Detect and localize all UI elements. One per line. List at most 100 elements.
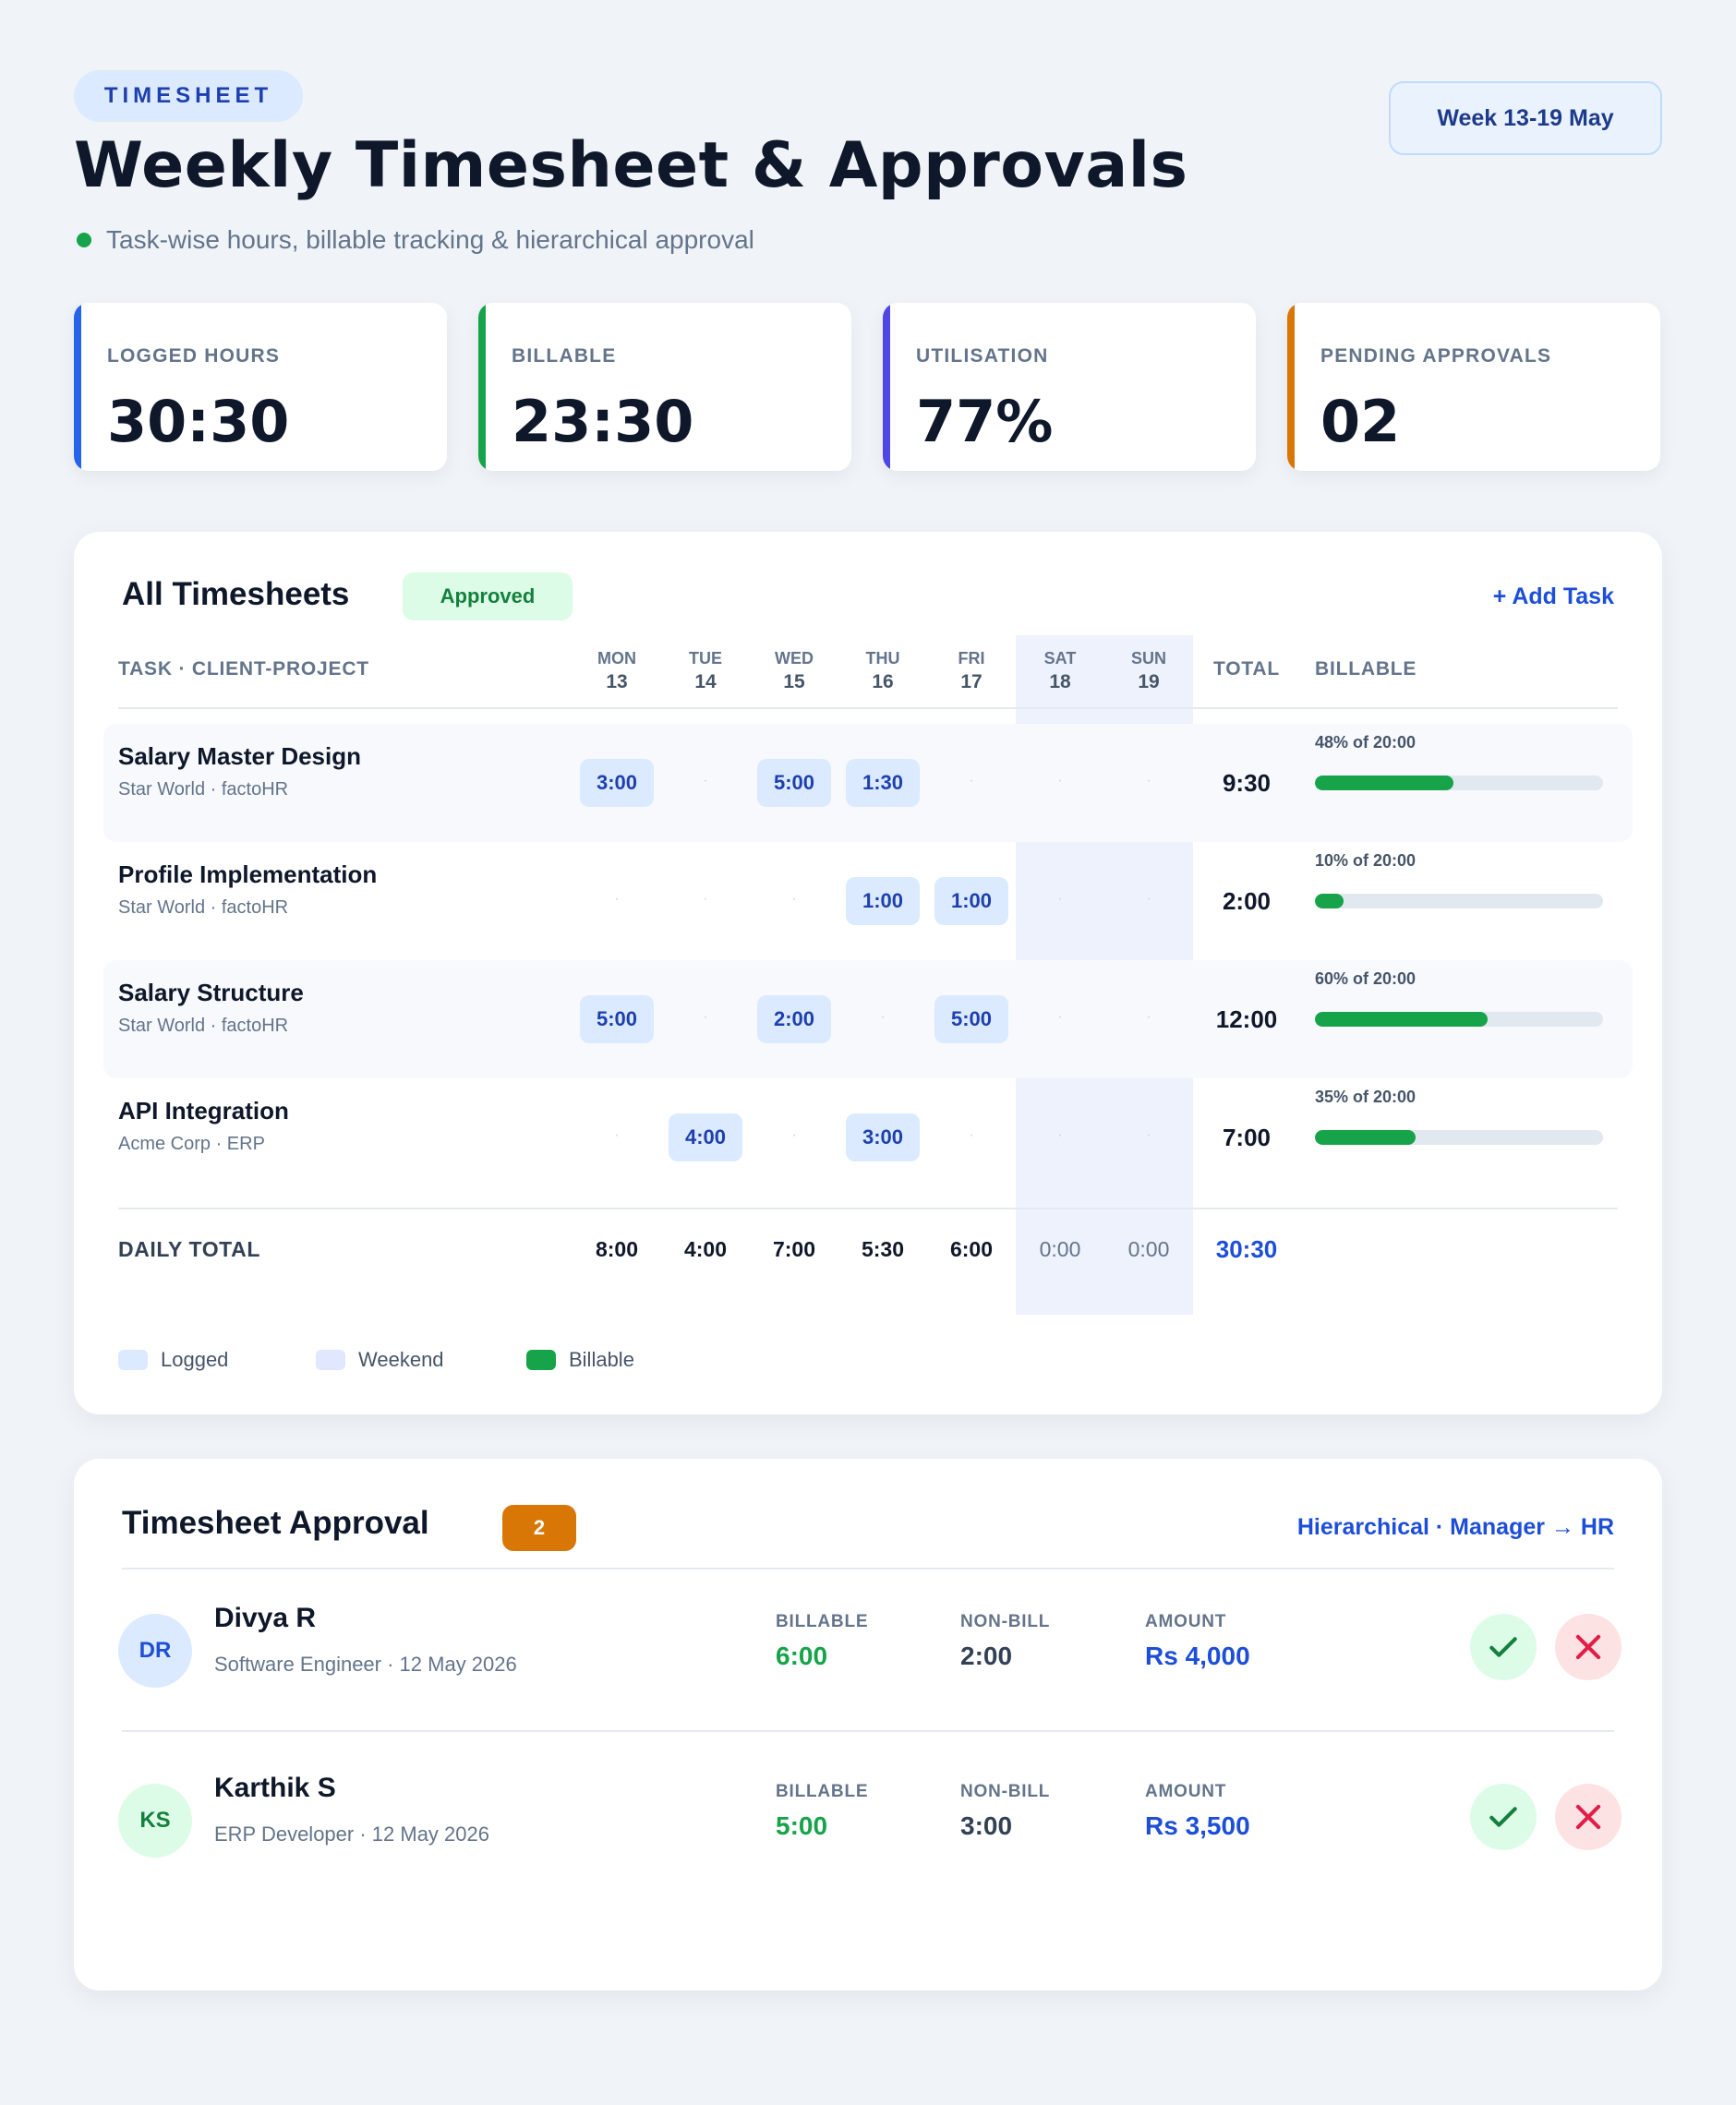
stat-accent-bar bbox=[478, 303, 486, 471]
stat-card-logged-hours: LOGGED HOURS 30:30 bbox=[74, 303, 447, 471]
approval-title: Timesheet Approval bbox=[122, 1505, 429, 1541]
metric-label-amount: AMOUNT bbox=[1145, 1612, 1227, 1631]
daily-total-value: 7:00 bbox=[772, 1237, 816, 1261]
hours-cell[interactable]: 1:00 bbox=[846, 877, 920, 925]
metric-label-amount: AMOUNT bbox=[1145, 1782, 1227, 1801]
billable-percent-label: 60% of 20:00 bbox=[1315, 969, 1417, 988]
week-selector-button[interactable]: Week 13-19 May bbox=[1389, 81, 1662, 155]
approve-button[interactable] bbox=[1470, 1614, 1537, 1680]
day-name: SUN bbox=[1130, 649, 1166, 668]
stat-label: PENDING APPROVALS bbox=[1320, 345, 1552, 367]
column-header-total: TOTAL bbox=[1212, 658, 1281, 680]
reject-button[interactable] bbox=[1555, 1614, 1621, 1680]
hours-cell[interactable]: 4:00 bbox=[669, 1113, 742, 1161]
row-total: 2:00 bbox=[1222, 887, 1272, 915]
empty-hours-cell[interactable]: · bbox=[1023, 1112, 1097, 1160]
legend-swatch-billable bbox=[526, 1350, 556, 1370]
page-subtitle-text: Task-wise hours, billable tracking & hie… bbox=[106, 225, 754, 254]
row-total: 12:00 bbox=[1215, 1005, 1278, 1033]
empty-hours-cell[interactable]: · bbox=[846, 993, 920, 1041]
empty-hours-cell[interactable]: · bbox=[1023, 757, 1097, 805]
hours-cell[interactable]: 1:00 bbox=[934, 877, 1008, 925]
page-subtitle: Task-wise hours, billable tracking & hie… bbox=[77, 225, 754, 255]
empty-hours-cell[interactable]: · bbox=[669, 993, 742, 1041]
billable-progress-fill bbox=[1315, 1130, 1417, 1145]
day-name: WED bbox=[775, 649, 814, 668]
daily-total-divider bbox=[118, 1208, 1618, 1209]
legend-billable: Billable bbox=[526, 1348, 634, 1372]
hours-cell[interactable]: 2:00 bbox=[757, 995, 831, 1043]
hours-cell[interactable]: 5:00 bbox=[757, 759, 831, 807]
metric-label-billable: BILLABLE bbox=[776, 1782, 869, 1801]
billable-progress-track bbox=[1315, 894, 1603, 908]
day-header-sun: SUN 19 bbox=[1104, 646, 1193, 694]
grand-total: 30:30 bbox=[1215, 1235, 1278, 1263]
billable-progress-track bbox=[1315, 1130, 1603, 1145]
task-client-project: Acme Corp · ERP bbox=[118, 1134, 265, 1154]
avatar: DR bbox=[118, 1614, 192, 1688]
avatar: KS bbox=[118, 1784, 192, 1858]
empty-hours-cell[interactable]: · bbox=[1023, 875, 1097, 923]
daily-total-value: 5:30 bbox=[861, 1237, 905, 1261]
day-name: FRI bbox=[958, 649, 985, 668]
empty-hours-cell[interactable]: · bbox=[669, 875, 742, 923]
hours-cell[interactable]: 3:00 bbox=[580, 759, 654, 807]
empty-hours-cell[interactable]: · bbox=[1112, 875, 1186, 923]
empty-hours-cell[interactable]: · bbox=[1112, 1112, 1186, 1160]
page-title: Weekly Timesheet & Approvals bbox=[74, 129, 1188, 202]
day-name: SAT bbox=[1043, 649, 1077, 668]
empty-hours-cell[interactable]: · bbox=[1112, 757, 1186, 805]
legend-swatch-logged bbox=[118, 1350, 148, 1370]
legend-label: Billable bbox=[569, 1348, 634, 1371]
check-icon bbox=[1489, 1637, 1517, 1657]
metric-value-amount: Rs 4,000 bbox=[1145, 1642, 1250, 1670]
employee-name: Divya R bbox=[214, 1603, 317, 1633]
day-header-thu: THU 16 bbox=[838, 646, 927, 694]
empty-hours-cell[interactable]: · bbox=[580, 1112, 654, 1160]
check-icon bbox=[1489, 1807, 1517, 1827]
stat-value: 02 bbox=[1320, 388, 1401, 455]
daily-total-value: 6:00 bbox=[949, 1237, 994, 1261]
approval-item-divider bbox=[122, 1730, 1614, 1732]
status-dot-icon bbox=[77, 233, 91, 247]
task-client-project: Star World · factoHR bbox=[118, 897, 289, 918]
header-divider bbox=[118, 707, 1618, 709]
task-name: Profile Implementation bbox=[118, 860, 378, 888]
metric-value-amount: Rs 3,500 bbox=[1145, 1811, 1250, 1840]
page-eyebrow-badge: TIMESHEET bbox=[74, 70, 303, 122]
empty-hours-cell[interactable]: · bbox=[669, 757, 742, 805]
day-header-wed: WED 15 bbox=[750, 646, 838, 694]
billable-percent-label: 35% of 20:00 bbox=[1315, 1088, 1417, 1106]
daily-total-value: 4:00 bbox=[683, 1237, 728, 1261]
approve-button[interactable] bbox=[1470, 1784, 1537, 1850]
legend-label: Weekend bbox=[358, 1348, 444, 1371]
stat-accent-bar bbox=[883, 303, 890, 471]
close-icon bbox=[1575, 1804, 1601, 1830]
empty-hours-cell[interactable]: · bbox=[580, 875, 654, 923]
empty-hours-cell[interactable]: · bbox=[1023, 993, 1097, 1041]
hours-cell[interactable]: 5:00 bbox=[580, 995, 654, 1043]
metric-value-billable: 5:00 bbox=[776, 1811, 828, 1840]
empty-hours-cell[interactable]: · bbox=[934, 757, 1008, 805]
empty-hours-cell[interactable]: · bbox=[1112, 993, 1186, 1041]
day-number: 16 bbox=[872, 671, 894, 692]
pending-count-badge: 2 bbox=[502, 1505, 576, 1551]
stat-value: 30:30 bbox=[107, 388, 290, 455]
billable-progress-fill bbox=[1315, 894, 1344, 908]
empty-hours-cell[interactable]: · bbox=[934, 1112, 1008, 1160]
day-header-sat: SAT 18 bbox=[1016, 646, 1104, 694]
hours-cell[interactable]: 3:00 bbox=[846, 1113, 920, 1161]
empty-hours-cell[interactable]: · bbox=[757, 1112, 831, 1160]
legend-weekend: Weekend bbox=[316, 1348, 444, 1372]
add-task-button[interactable]: + Add Task bbox=[1493, 583, 1614, 610]
billable-percent-label: 48% of 20:00 bbox=[1315, 733, 1417, 752]
daily-total-value: 0:00 bbox=[1039, 1237, 1081, 1261]
empty-hours-cell[interactable]: · bbox=[757, 875, 831, 923]
daily-total-value: 0:00 bbox=[1127, 1237, 1170, 1261]
hours-cell[interactable]: 1:30 bbox=[846, 759, 920, 807]
employee-name: Karthik S bbox=[214, 1773, 336, 1803]
hours-cell[interactable]: 5:00 bbox=[934, 995, 1008, 1043]
approval-flow-link[interactable]: Hierarchical · Manager → HR bbox=[1297, 1514, 1614, 1541]
employee-role-date: ERP Developer · 12 May 2026 bbox=[214, 1822, 489, 1846]
reject-button[interactable] bbox=[1555, 1784, 1621, 1850]
